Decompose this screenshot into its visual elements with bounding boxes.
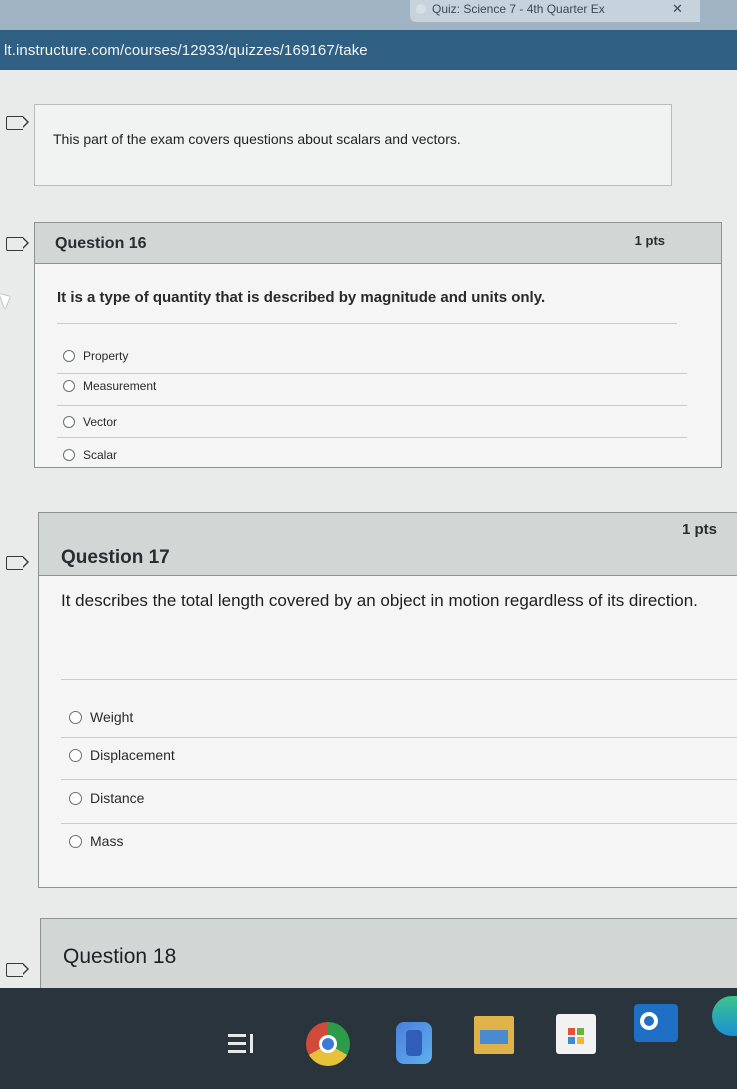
radio-button[interactable]: [63, 449, 75, 461]
store-icon[interactable]: [556, 1014, 596, 1054]
tab-close-icon[interactable]: ✕: [672, 1, 683, 17]
tab-favicon-icon: [416, 4, 426, 14]
option-vector[interactable]: Vector: [63, 415, 117, 429]
flag-question-16-icon[interactable]: [6, 237, 29, 251]
option-scalar[interactable]: Scalar: [63, 448, 117, 462]
chrome-icon[interactable]: [306, 1022, 350, 1066]
divider: [57, 373, 687, 374]
option-label: Displacement: [90, 747, 175, 763]
flag-question-17-icon[interactable]: [6, 556, 29, 570]
question-17-title: Question 17: [61, 547, 170, 568]
divider: [61, 679, 737, 680]
intro-text: This part of the exam covers questions a…: [53, 131, 461, 147]
option-label: Vector: [83, 415, 118, 429]
question-17-points: 1 pts: [681, 521, 717, 538]
question-17-text: It describes the total length covered by…: [61, 591, 698, 610]
bookmark-icon[interactable]: [6, 116, 29, 130]
task-view-icon[interactable]: [226, 1030, 254, 1058]
question-16-title: Question 16: [55, 235, 147, 252]
edge-icon[interactable]: [712, 996, 737, 1036]
option-measurement[interactable]: Measurement: [63, 379, 156, 393]
radio-button[interactable]: [69, 748, 82, 762]
taskbar: [0, 988, 737, 1089]
outlook-icon[interactable]: [634, 1004, 678, 1042]
question-16-header: Question 16 1 pts: [35, 223, 721, 264]
divider: [57, 437, 687, 438]
question-18-title: Question 18: [63, 945, 177, 968]
radio-button[interactable]: [63, 416, 75, 428]
question-16-points: 1 pts: [634, 233, 665, 248]
option-label: Weight: [90, 709, 134, 725]
files-icon[interactable]: [396, 1022, 432, 1064]
question-18-card: Question 18: [40, 918, 737, 989]
quiz-intro: This part of the exam covers questions a…: [34, 104, 672, 186]
option-label: Measurement: [83, 379, 157, 393]
radio-button[interactable]: [63, 350, 75, 362]
browser-tab[interactable]: Quiz: Science 7 - 4th Quarter Ex ✕: [410, 0, 700, 22]
divider: [61, 823, 737, 824]
mouse-cursor-icon: [0, 290, 14, 310]
option-property[interactable]: Property: [63, 349, 128, 363]
question-16-text: It is a type of quantity that is describ…: [57, 289, 546, 306]
question-16-card: Question 16 1 pts It is a type of quanti…: [34, 222, 722, 468]
flag-question-18-icon[interactable]: [6, 963, 29, 977]
file-explorer-icon[interactable]: [474, 1016, 514, 1054]
option-label: Mass: [90, 833, 124, 849]
divider: [57, 323, 677, 324]
option-label: Scalar: [83, 448, 118, 462]
radio-button[interactable]: [69, 710, 82, 724]
question-18-header: Question 18: [41, 919, 737, 989]
radio-button[interactable]: [69, 834, 82, 848]
option-distance[interactable]: Distance: [69, 790, 144, 806]
tab-title: Quiz: Science 7 - 4th Quarter Ex: [432, 2, 605, 16]
option-mass[interactable]: Mass: [69, 833, 123, 849]
option-displacement[interactable]: Displacement: [69, 747, 175, 763]
divider: [61, 737, 737, 738]
option-label: Distance: [90, 790, 145, 806]
question-17-card: Question 17 1 pts It describes the total…: [38, 512, 737, 888]
radio-button[interactable]: [69, 791, 82, 805]
radio-button[interactable]: [63, 380, 75, 392]
divider: [61, 779, 737, 780]
option-label: Property: [83, 349, 129, 363]
question-17-header: Question 17 1 pts: [39, 513, 737, 576]
option-weight[interactable]: Weight: [69, 709, 133, 725]
divider: [57, 405, 687, 406]
address-url[interactable]: lt.instructure.com/courses/12933/quizzes…: [4, 42, 368, 59]
